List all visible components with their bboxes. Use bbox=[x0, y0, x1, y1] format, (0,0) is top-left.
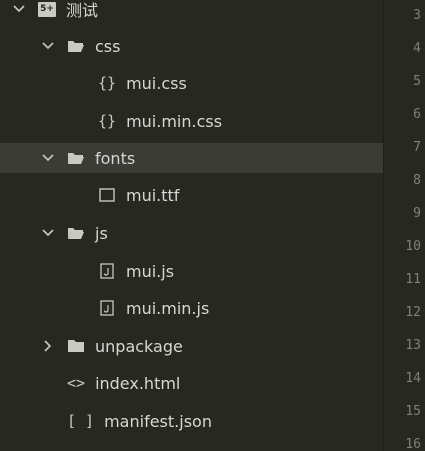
hbuilder-window: 5+ 测试 css {} mui.css {} mui.min.css font… bbox=[0, 0, 425, 451]
line-number: 8 bbox=[413, 173, 421, 188]
tree-row-file[interactable]: {} mui.css bbox=[0, 68, 383, 98]
project-name: 测试 bbox=[66, 1, 99, 20]
line-number: 6 bbox=[413, 107, 421, 122]
line-number: 12 bbox=[405, 305, 421, 320]
chevron-down-icon[interactable] bbox=[41, 226, 55, 240]
file-label: mui.min.css bbox=[126, 111, 223, 131]
line-number: 11 bbox=[405, 272, 421, 287]
css-file-icon: {} bbox=[98, 74, 117, 92]
project-explorer: 5+ 测试 css {} mui.css {} mui.min.css font… bbox=[0, 0, 383, 451]
json-file-icon: [ ] bbox=[67, 412, 95, 430]
js-file-icon bbox=[98, 263, 116, 279]
tree-row-file[interactable]: mui.js bbox=[0, 256, 383, 286]
folder-label: unpackage bbox=[95, 336, 183, 356]
line-number: 9 bbox=[413, 206, 421, 221]
file-label: mui.js bbox=[126, 261, 175, 281]
tree-row-file[interactable]: <> index.html bbox=[0, 368, 383, 398]
line-number: 3 bbox=[413, 8, 421, 23]
folder-label: css bbox=[95, 36, 121, 56]
tree-row-css-folder[interactable]: css bbox=[0, 31, 383, 61]
line-number: 7 bbox=[413, 140, 421, 155]
file-label: mui.min.js bbox=[126, 298, 210, 318]
file-label: mui.css bbox=[126, 73, 187, 93]
line-number: 5 bbox=[413, 74, 421, 89]
tree-row-file[interactable]: mui.min.js bbox=[0, 293, 383, 323]
folder-closed-icon bbox=[67, 338, 85, 354]
file-icon bbox=[98, 187, 116, 203]
file-label: mui.ttf bbox=[126, 185, 180, 205]
chevron-down-icon[interactable] bbox=[12, 2, 26, 16]
tree-row-unpackage-folder[interactable]: unpackage bbox=[0, 331, 383, 361]
tree-row-file[interactable]: {} mui.min.css bbox=[0, 106, 383, 136]
tree-row-project[interactable]: 5+ 测试 bbox=[0, 0, 383, 24]
tree-row-fonts-folder[interactable]: fonts bbox=[0, 143, 383, 173]
folder-open-icon bbox=[67, 225, 85, 241]
js-file-icon bbox=[98, 300, 116, 316]
file-label: manifest.json bbox=[104, 411, 212, 431]
line-number: 14 bbox=[405, 371, 421, 386]
chevron-right-icon[interactable] bbox=[41, 339, 55, 353]
folder-label: js bbox=[95, 223, 108, 243]
file-label: index.html bbox=[95, 373, 181, 393]
folder-open-icon bbox=[67, 150, 85, 166]
tree-row-file[interactable]: [ ] manifest.json bbox=[0, 406, 383, 436]
tree-row-js-folder[interactable]: js bbox=[0, 218, 383, 248]
line-number: 15 bbox=[405, 404, 421, 419]
css-file-icon: {} bbox=[98, 112, 117, 130]
line-number: 16 bbox=[405, 437, 421, 451]
tree-row-file[interactable]: mui.ttf bbox=[0, 180, 383, 210]
chevron-down-icon[interactable] bbox=[41, 39, 55, 53]
line-number: 4 bbox=[413, 41, 421, 56]
folder-label: fonts bbox=[95, 148, 136, 168]
html-file-icon: <> bbox=[67, 374, 86, 392]
editor-line-gutter: 3 4 5 6 7 8 9 10 11 12 13 14 15 16 bbox=[384, 0, 425, 451]
folder-open-icon bbox=[67, 38, 85, 54]
uniapp-project-icon: 5+ bbox=[38, 1, 56, 17]
line-number: 13 bbox=[405, 338, 421, 353]
line-number: 10 bbox=[405, 239, 421, 254]
chevron-down-icon[interactable] bbox=[41, 151, 55, 165]
